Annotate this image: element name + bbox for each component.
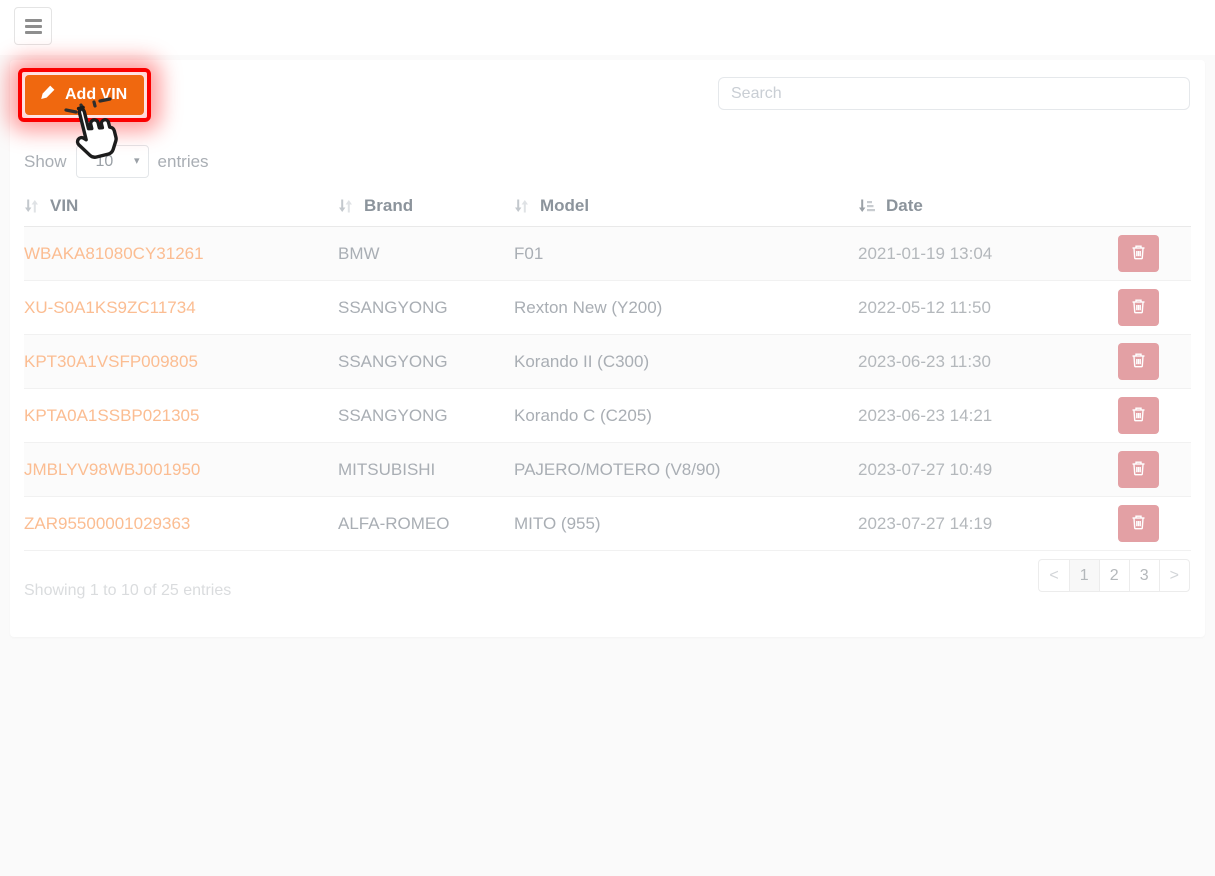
brand-cell: SSANGYONG bbox=[338, 405, 448, 425]
date-cell: 2023-07-27 14:19 bbox=[858, 513, 993, 533]
top-bar bbox=[0, 0, 1215, 55]
vin-table: VIN Brand Model Date WBAKA81080CY31261 B… bbox=[24, 185, 1191, 551]
pagination-page-button[interactable]: 2 bbox=[1098, 559, 1130, 592]
pagination-page-button[interactable]: 3 bbox=[1128, 559, 1160, 592]
delete-button[interactable] bbox=[1118, 235, 1159, 272]
vin-link[interactable]: KPT30A1VSFP009805 bbox=[24, 351, 198, 372]
trash-icon bbox=[1131, 406, 1146, 425]
delete-button[interactable] bbox=[1118, 343, 1159, 380]
date-cell: 2021-01-19 13:04 bbox=[858, 243, 993, 263]
sort-icon bbox=[514, 198, 529, 214]
brand-cell: ALFA-ROMEO bbox=[338, 513, 450, 533]
table-row: KPT30A1VSFP009805 SSANGYONG Korando II (… bbox=[24, 335, 1191, 389]
model-cell: F01 bbox=[514, 243, 544, 263]
column-header-date[interactable]: Date bbox=[858, 196, 1086, 216]
table-row: XU-S0A1KS9ZC11734 SSANGYONG Rexton New (… bbox=[24, 281, 1191, 335]
trash-icon bbox=[1131, 514, 1146, 533]
sidebar-toggle-button[interactable] bbox=[14, 7, 52, 45]
column-header-vin[interactable]: VIN bbox=[24, 196, 338, 216]
trash-icon bbox=[1131, 298, 1146, 317]
brand-cell: SSANGYONG bbox=[338, 351, 448, 371]
table-row: WBAKA81080CY31261 BMW F01 2021-01-19 13:… bbox=[24, 227, 1191, 281]
brand-cell: BMW bbox=[338, 243, 380, 263]
column-header-model[interactable]: Model bbox=[514, 196, 858, 216]
table-header: VIN Brand Model Date bbox=[24, 185, 1191, 227]
page-length-control: Show 10 ▾ entries bbox=[24, 145, 209, 178]
vin-link[interactable]: ZAR95500001029363 bbox=[24, 513, 191, 534]
table-row: JMBLYV98WBJ001950 MITSUBISHI PAJERO/MOTE… bbox=[24, 443, 1191, 497]
vin-list-card: Add VIN Show 10 ▾ entries bbox=[10, 60, 1205, 637]
entries-label: entries bbox=[157, 151, 209, 171]
trash-icon bbox=[1131, 352, 1146, 371]
model-cell: Korando C (C205) bbox=[514, 405, 652, 425]
column-label: Model bbox=[540, 195, 590, 215]
brand-cell: SSANGYONG bbox=[338, 297, 448, 317]
pagination-page-button[interactable]: 1 bbox=[1068, 559, 1100, 592]
add-vin-label: Add VIN bbox=[65, 85, 128, 103]
delete-button[interactable] bbox=[1118, 289, 1159, 326]
table-row: ZAR95500001029363 ALFA-ROMEO MITO (955) … bbox=[24, 497, 1191, 551]
date-cell: 2023-06-23 11:30 bbox=[858, 351, 991, 371]
page-size-select[interactable]: 10 bbox=[75, 145, 149, 178]
brand-cell: MITSUBISHI bbox=[338, 459, 436, 479]
entries-info: Showing 1 to 10 of 25 entries bbox=[24, 582, 232, 599]
sort-icon bbox=[24, 198, 39, 214]
table-row: KPTA0A1SSBP021305 SSANGYONG Korando C (C… bbox=[24, 389, 1191, 443]
model-cell: MITO (955) bbox=[514, 513, 601, 533]
trash-icon bbox=[1131, 460, 1146, 479]
date-cell: 2022-05-12 11:50 bbox=[858, 297, 991, 317]
add-vin-button[interactable]: Add VIN bbox=[25, 75, 145, 115]
sort-icon bbox=[338, 198, 353, 214]
date-cell: 2023-06-23 14:21 bbox=[858, 405, 993, 425]
delete-button[interactable] bbox=[1118, 397, 1159, 434]
vin-link[interactable]: WBAKA81080CY31261 bbox=[24, 243, 204, 264]
pagination: < 1 2 3 > bbox=[1038, 559, 1190, 592]
date-cell: 2023-07-27 10:49 bbox=[858, 459, 993, 479]
delete-button[interactable] bbox=[1118, 451, 1159, 488]
pagination-prev-button[interactable]: < bbox=[1038, 559, 1070, 592]
sort-desc-icon bbox=[858, 198, 875, 214]
pencil-icon bbox=[40, 84, 56, 105]
column-label: Date bbox=[886, 195, 923, 215]
hamburger-icon bbox=[24, 18, 42, 34]
model-cell: Rexton New (Y200) bbox=[514, 297, 663, 317]
column-header-brand[interactable]: Brand bbox=[338, 196, 514, 216]
column-label: VIN bbox=[50, 195, 79, 215]
table-body: WBAKA81080CY31261 BMW F01 2021-01-19 13:… bbox=[24, 227, 1191, 551]
vin-link[interactable]: XU-S0A1KS9ZC11734 bbox=[24, 297, 196, 318]
delete-button[interactable] bbox=[1118, 505, 1159, 542]
column-label: Brand bbox=[364, 195, 414, 215]
vin-link[interactable]: JMBLYV98WBJ001950 bbox=[24, 459, 201, 480]
model-cell: Korando II (C300) bbox=[514, 351, 650, 371]
model-cell: PAJERO/MOTERO (V8/90) bbox=[514, 459, 721, 479]
vin-link[interactable]: KPTA0A1SSBP021305 bbox=[24, 405, 200, 426]
pagination-next-button[interactable]: > bbox=[1158, 559, 1190, 592]
show-label: Show bbox=[24, 151, 67, 171]
search-input[interactable] bbox=[718, 77, 1190, 110]
annotation-highlight-box: Add VIN bbox=[18, 68, 152, 122]
trash-icon bbox=[1131, 244, 1146, 263]
